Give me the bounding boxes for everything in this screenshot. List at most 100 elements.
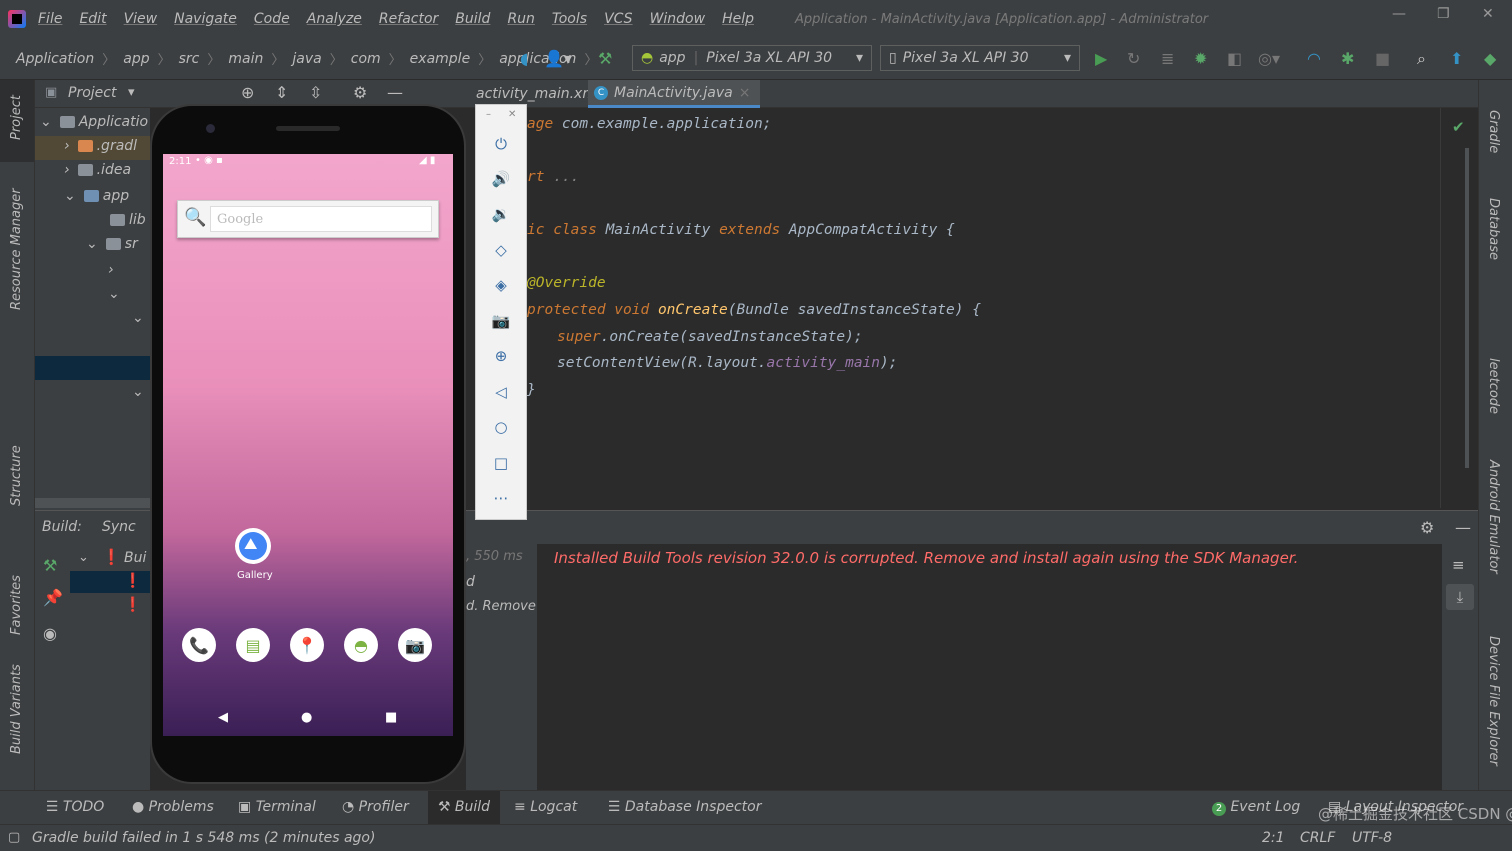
home-icon[interactable]: ○	[476, 418, 526, 436]
breadcrumb-com[interactable]: com	[351, 51, 381, 67]
editor-scrollbar[interactable]	[1465, 148, 1469, 468]
tool-tab-project[interactable]: Project	[9, 95, 24, 140]
rotate-left-icon[interactable]: ◇	[476, 241, 526, 259]
eye-icon[interactable]: ◉	[43, 624, 57, 643]
tree-item-idea[interactable]: › .idea	[64, 162, 131, 178]
menu-view[interactable]: View	[124, 11, 158, 27]
tool-tab-build-variants[interactable]: Build Variants	[9, 664, 24, 754]
gear-icon[interactable]: ⚙	[353, 83, 367, 102]
minimize-icon[interactable]: –	[486, 109, 491, 120]
tree-expander[interactable]: ⌄	[132, 384, 144, 400]
search-icon[interactable]: ⌕	[1417, 49, 1426, 69]
tool-profiler[interactable]: ◔ Profiler	[342, 799, 409, 815]
menu-navigate[interactable]: Navigate	[174, 11, 237, 27]
attach-debugger-icon[interactable]: ◧	[1227, 49, 1242, 68]
profile-icon[interactable]: ◠	[1307, 49, 1321, 68]
tool-database-inspector[interactable]: ☰ Database Inspector	[608, 799, 761, 815]
nav-back-icon[interactable]: ◀	[218, 710, 228, 725]
run-configuration-selector[interactable]: ◓ app | Pixel 3a XL API 30 ▾	[632, 45, 872, 71]
gear-icon[interactable]: ⚙	[1420, 518, 1434, 537]
sync-tab[interactable]: Sync	[102, 519, 136, 535]
run-icon[interactable]: ▶	[1095, 49, 1107, 68]
tool-tab-favorites[interactable]: Favorites	[9, 575, 24, 635]
maps-app[interactable]: 📍	[290, 628, 324, 662]
close-icon[interactable]: ✕	[508, 109, 516, 120]
breadcrumb-src[interactable]: src	[179, 51, 200, 67]
tool-problems[interactable]: ● Problems	[132, 799, 214, 815]
apply-changes-icon[interactable]: ≣	[1161, 49, 1174, 68]
chevron-down-icon[interactable]: ⌄	[78, 550, 89, 565]
plugin-icon[interactable]: ◆	[1484, 49, 1496, 68]
user-icon[interactable]: 👤▾	[544, 49, 572, 68]
tree-expander[interactable]: ⌄	[132, 310, 144, 326]
code-editor[interactable]: age com.example.application; rt ... ic c…	[527, 108, 1469, 508]
tool-build[interactable]: ⚒ Build	[428, 791, 501, 824]
menu-run[interactable]: Run	[507, 11, 534, 27]
minimize-icon[interactable]: —	[1392, 6, 1406, 22]
tree-item-app[interactable]: ⌄ app	[64, 188, 129, 204]
debug-icon[interactable]: ✹	[1194, 49, 1207, 68]
screenshot-icon[interactable]: 📷	[476, 312, 526, 330]
update-icon[interactable]: ⬆	[1450, 49, 1463, 68]
tree-expander[interactable]: ⌄	[108, 286, 120, 302]
tool-event-log[interactable]: 2 Event Log	[1212, 799, 1300, 816]
breadcrumb-main[interactable]: main	[228, 51, 263, 67]
tree-item-src[interactable]: ⌄ sr	[86, 236, 138, 252]
breadcrumb-app[interactable]: app	[123, 51, 149, 67]
android-app[interactable]: ◓	[344, 628, 378, 662]
tool-tab-resource-manager[interactable]: Resource Manager	[9, 188, 24, 310]
tool-tab-leetcode[interactable]: leetcode	[1486, 358, 1501, 414]
menu-window[interactable]: Window	[650, 11, 706, 27]
build-tree-root[interactable]: Bui	[124, 550, 146, 566]
scroll-to-end-icon[interactable]: ⤓	[1446, 584, 1474, 610]
caret-position[interactable]: 2:1	[1262, 830, 1285, 846]
file-encoding[interactable]: UTF-8	[1352, 830, 1392, 846]
restore-icon[interactable]: ❐	[1437, 6, 1450, 22]
panel-toggle-icon[interactable]: ▢	[8, 830, 20, 845]
build-console[interactable]: Installed Build Tools revision 32.0.0 is…	[537, 544, 1442, 790]
project-view-title[interactable]: Project	[68, 85, 116, 101]
expand-all-icon[interactable]: ⇕	[275, 83, 288, 102]
tree-selected-row[interactable]	[35, 356, 150, 380]
horizontal-scrollbar[interactable]	[35, 498, 150, 508]
menu-help[interactable]: Help	[722, 11, 754, 27]
menu-analyze[interactable]: Analyze	[307, 11, 362, 27]
hide-icon[interactable]: —	[387, 83, 403, 102]
collapse-all-icon[interactable]: ⇳	[309, 83, 322, 102]
google-search-widget[interactable]: 🔍 Google	[177, 200, 439, 238]
breadcrumb-java[interactable]: java	[292, 51, 321, 67]
volume-down-icon[interactable]: 🔉	[476, 205, 526, 223]
menu-code[interactable]: Code	[254, 11, 290, 27]
locate-icon[interactable]: ⊕	[241, 83, 254, 102]
tree-item-application[interactable]: ⌄ Applicatio	[40, 114, 148, 130]
tool-terminal[interactable]: ▣ Terminal	[238, 799, 316, 815]
menu-tools[interactable]: Tools	[552, 11, 587, 27]
breadcrumb-project[interactable]: Application	[16, 51, 94, 67]
phone-app[interactable]: 📞	[182, 628, 216, 662]
tool-tab-android-emulator[interactable]: Android Emulator	[1486, 460, 1501, 574]
chevron-down-icon[interactable]: ▾	[128, 85, 135, 100]
hide-icon[interactable]: —	[1455, 518, 1471, 537]
rotate-right-icon[interactable]: ◈	[476, 276, 526, 294]
search-input[interactable]: Google	[210, 206, 432, 232]
volume-up-icon[interactable]: 🔊	[476, 170, 526, 188]
pin-icon[interactable]: 📌	[43, 588, 63, 607]
tool-tab-device-file-explorer[interactable]: Device File Explorer	[1486, 636, 1501, 766]
menu-build[interactable]: Build	[455, 11, 490, 27]
gallery-app[interactable]: ⛰	[235, 528, 271, 564]
status-message[interactable]: Gradle build failed in 1 s 548 ms (2 min…	[32, 830, 375, 846]
soft-wrap-icon[interactable]: ≡	[1452, 556, 1465, 574]
menu-vcs[interactable]: VCS	[604, 11, 633, 27]
rerun-icon[interactable]: ↻	[1127, 49, 1140, 68]
device-combo[interactable]: ▯ Pixel 3a XL API 30 ▾	[880, 45, 1080, 71]
zoom-icon[interactable]: ⊕	[476, 347, 526, 365]
tool-tab-database[interactable]: Database	[1486, 198, 1501, 260]
tab-mainactivity-java[interactable]: C MainActivity.java ×	[588, 80, 760, 108]
nav-recents-icon[interactable]: ■	[385, 710, 397, 725]
camera-app[interactable]: 📷	[398, 628, 432, 662]
hammer-icon[interactable]: ⚒	[43, 556, 57, 575]
stop-icon[interactable]: ■	[1375, 49, 1390, 68]
coverage-icon[interactable]: ◎▾	[1258, 49, 1280, 68]
power-icon[interactable]: ⏻	[476, 135, 526, 153]
close-tab-icon[interactable]: ×	[739, 85, 751, 101]
